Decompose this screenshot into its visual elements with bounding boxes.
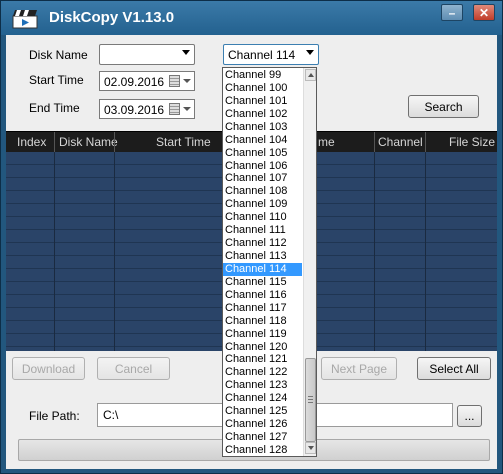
window-title: DiskCopy V1.13.0 — [49, 9, 175, 26]
end-time-picker[interactable]: 03.09.2016 — [99, 99, 195, 119]
column-header-index[interactable]: Index — [17, 135, 46, 149]
column-divider — [425, 132, 426, 152]
dropdown-scrollbar[interactable] — [303, 68, 316, 456]
scroll-thumb[interactable] — [305, 358, 316, 442]
grip-line — [308, 402, 313, 403]
channel-option[interactable]: Channel 105 — [223, 147, 302, 160]
channel-option[interactable]: Channel 103 — [223, 121, 302, 134]
cancel-button[interactable]: Cancel — [97, 357, 170, 380]
scroll-down-button[interactable] — [305, 442, 316, 454]
channel-option[interactable]: Channel 123 — [223, 379, 302, 392]
channel-option[interactable]: Channel 114 — [223, 262, 302, 276]
column-header-start-time[interactable]: Start Time — [156, 135, 211, 149]
column-line — [114, 152, 115, 351]
column-divider — [54, 132, 55, 152]
column-divider — [114, 132, 115, 152]
disk-name-label: Disk Name — [29, 48, 88, 62]
end-time-value: 03.09.2016 — [104, 103, 165, 117]
select-all-button[interactable]: Select All — [417, 357, 491, 380]
start-time-picker[interactable]: 02.09.2016 — [99, 71, 195, 91]
chevron-down-icon[interactable] — [183, 79, 191, 83]
channel-option[interactable]: Channel 118 — [223, 315, 302, 328]
close-button[interactable]: ✕ — [473, 4, 495, 21]
scroll-up-button[interactable] — [305, 69, 316, 81]
start-time-label: Start Time — [29, 73, 84, 87]
title-bar[interactable]: DiskCopy V1.13.0 – ✕ — [1, 1, 502, 35]
channel-option[interactable]: Channel 120 — [223, 341, 302, 354]
column-line — [374, 152, 375, 351]
channel-option[interactable]: Channel 110 — [223, 211, 302, 224]
start-time-value: 02.09.2016 — [104, 75, 165, 89]
grip-line — [308, 399, 313, 400]
channel-option[interactable]: Channel 102 — [223, 108, 302, 121]
channel-select[interactable]: Channel 114 — [223, 44, 319, 65]
grip-line — [308, 396, 313, 397]
column-header-channel[interactable]: Channel — [378, 135, 423, 149]
channel-option[interactable]: Channel 125 — [223, 405, 302, 418]
channel-option[interactable]: Channel 111 — [223, 224, 302, 237]
chevron-down-icon — [308, 446, 314, 450]
channel-option[interactable]: Channel 121 — [223, 353, 302, 366]
channel-option[interactable]: Channel 112 — [223, 237, 302, 250]
channel-option[interactable]: Channel 106 — [223, 160, 302, 173]
disk-name-select[interactable] — [99, 44, 195, 65]
column-header-file-size[interactable]: File Size — [449, 135, 495, 149]
file-path-label: File Path: — [29, 409, 80, 423]
column-header-disk-name[interactable]: Disk Name — [59, 135, 118, 149]
channel-value: Channel 114 — [228, 48, 296, 62]
minimize-button[interactable]: – — [441, 4, 463, 21]
channel-dropdown-list[interactable]: Channel 99 Channel 100 Channel 101 Channel … — [222, 67, 317, 457]
channel-option[interactable]: Channel 116 — [223, 289, 302, 302]
column-line — [425, 152, 426, 351]
download-button[interactable]: Download — [12, 357, 85, 380]
channel-option[interactable]: Channel 108 — [223, 185, 302, 198]
channel-option[interactable]: Channel 113 — [223, 250, 302, 263]
channel-option[interactable]: Channel 126 — [223, 418, 302, 431]
chevron-up-icon — [308, 73, 314, 77]
calendar-icon[interactable] — [169, 75, 180, 87]
browse-button[interactable]: ... — [457, 405, 482, 427]
channel-option[interactable]: Channel 107 — [223, 172, 302, 185]
channel-option[interactable]: Channel 99 — [223, 69, 302, 82]
calendar-icon[interactable] — [169, 103, 180, 115]
chevron-down-icon — [182, 50, 190, 55]
channel-option[interactable]: Channel 127 — [223, 431, 302, 444]
channel-option[interactable]: Channel 122 — [223, 366, 302, 379]
column-divider — [374, 132, 375, 152]
file-path-value: C:\ — [103, 408, 119, 422]
search-button[interactable]: Search — [408, 95, 479, 118]
channel-option[interactable]: Channel 101 — [223, 95, 302, 108]
column-header-end-time[interactable]: me — [318, 135, 335, 149]
next-page-button[interactable]: Next Page — [321, 357, 397, 380]
channel-option[interactable]: Channel 109 — [223, 198, 302, 211]
channel-option[interactable]: Channel 104 — [223, 134, 302, 147]
end-time-label: End Time — [29, 101, 80, 115]
channel-option[interactable]: Channel 124 — [223, 392, 302, 405]
film-clapper-icon — [12, 10, 38, 29]
chevron-down-icon[interactable] — [183, 107, 191, 111]
channel-option[interactable]: Channel 115 — [223, 276, 302, 289]
chevron-down-icon — [306, 50, 314, 55]
channel-option[interactable]: Channel 119 — [223, 328, 302, 341]
channel-option[interactable]: Channel 128 — [223, 444, 302, 456]
app-window: DiskCopy V1.13.0 – ✕ Disk Name Channel 1… — [0, 0, 503, 474]
channel-option[interactable]: Channel 100 — [223, 82, 302, 95]
channel-option[interactable]: Channel 117 — [223, 302, 302, 315]
column-line — [54, 152, 55, 351]
